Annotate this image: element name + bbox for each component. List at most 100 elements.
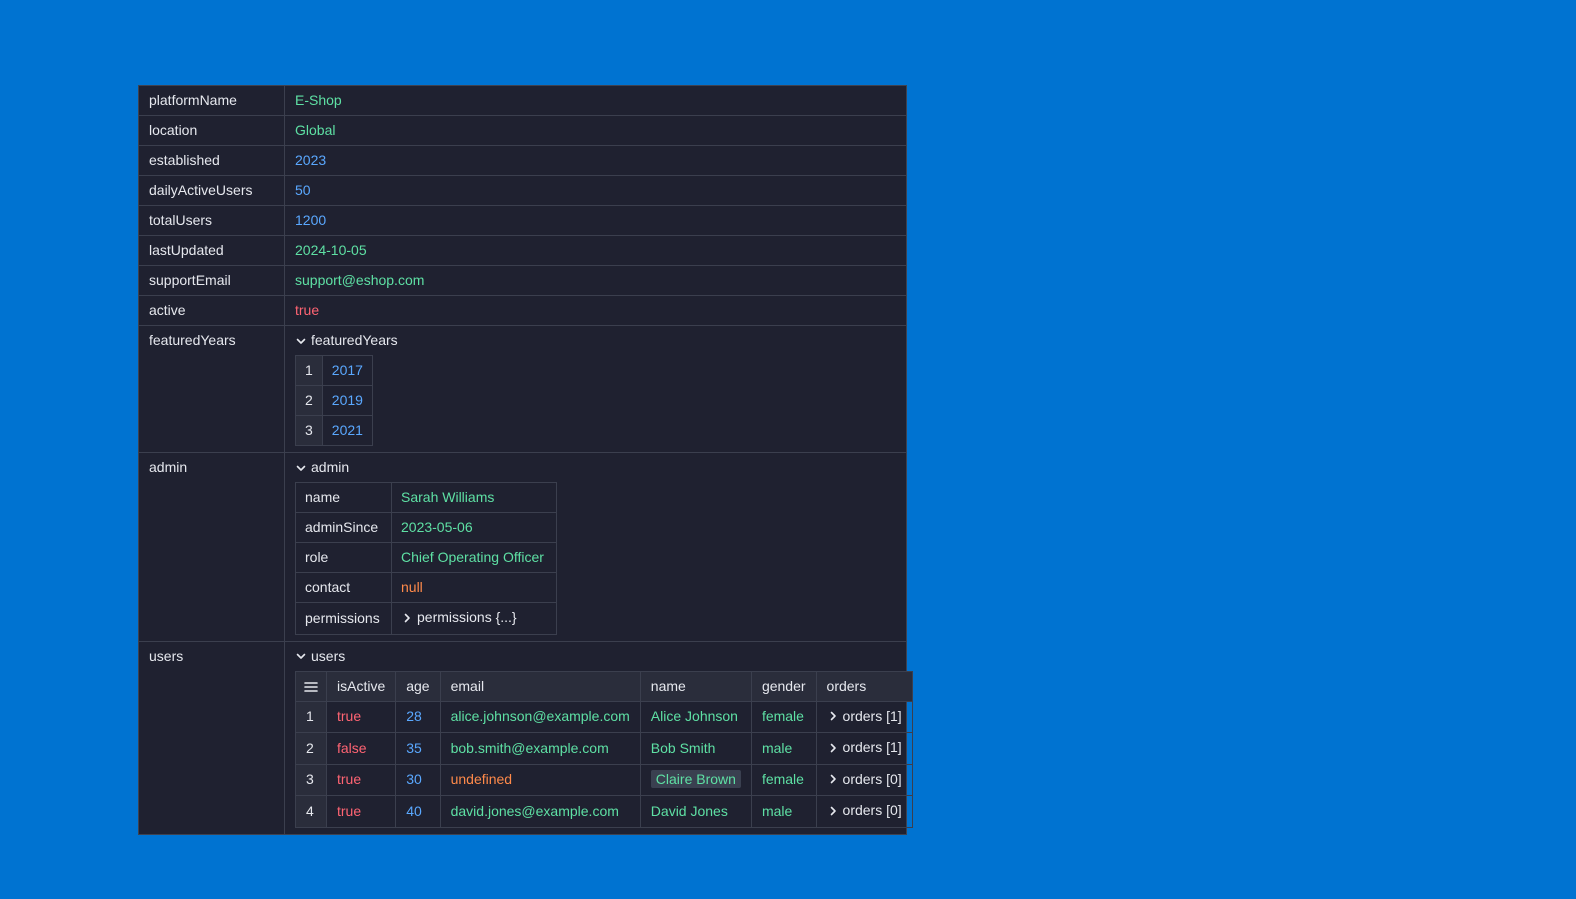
admin-row-name: name Sarah Williams [295,482,557,513]
cell-email: undefined [439,763,641,796]
row-platformName: platformName E-Shop [139,86,906,116]
orders-toggle[interactable]: orders [0] [827,771,902,788]
chevron-right-icon [827,710,839,722]
value-platformName: E-Shop [284,86,906,116]
value-admin: admin name Sarah Williams adminSince 202… [284,452,906,642]
admin-key-adminSince: adminSince [295,512,392,543]
row-featuredYears: featuredYears featuredYears 1 2017 2 201… [139,325,906,453]
cell-name: Claire Brown [639,763,752,796]
table-menu-button[interactable] [295,670,327,702]
cell-age: 28 [395,700,441,733]
column-header-name[interactable]: name [639,670,752,702]
cell-isActive: false [325,732,397,765]
key-dailyActiveUsers: dailyActiveUsers [139,175,285,206]
users-toggle[interactable]: users [295,648,896,665]
admin-key-name: name [295,482,392,513]
admin-key-permissions: permissions [295,602,392,635]
column-header-email[interactable]: email [439,670,641,702]
orders-toggle-label: orders [0] [842,802,902,818]
admin-row-adminSince: adminSince 2023-05-06 [295,512,557,543]
table-row: 1 true 28 alice.johnson@example.com Alic… [295,700,913,733]
orders-toggle[interactable]: orders [1] [827,708,902,725]
row-index: 3 [295,763,327,796]
cell-orders: orders [1] [815,700,913,733]
chevron-down-icon [295,462,307,474]
value-active: true [284,295,906,326]
featuredYears-toggle[interactable]: featuredYears [295,332,896,349]
orders-toggle-label: orders [0] [842,770,902,787]
list-value: 2019 [321,385,373,416]
key-platformName: platformName [139,86,285,116]
cell-gender: male [750,732,817,765]
orders-toggle[interactable]: orders [0] [827,802,902,819]
column-header-age[interactable]: age [395,670,441,702]
list-value: 2021 [321,415,373,446]
admin-value-contact: null [391,572,557,603]
chevron-right-icon [827,773,839,785]
table-row: 2 false 35 bob.smith@example.com Bob Smi… [295,732,913,765]
key-active: active [139,295,285,326]
value-users: users isActive age email name gender ord… [284,640,913,834]
key-totalUsers: totalUsers [139,205,285,236]
key-users: users [139,640,285,834]
key-featuredYears: featuredYears [139,325,285,453]
root-table: platformName E-Shop location Global esta… [139,86,913,834]
column-header-gender[interactable]: gender [750,670,817,702]
admin-row-role: role Chief Operating Officer [295,542,557,573]
table-row: 4 true 40 david.jones@example.com David … [295,795,913,828]
list-item: 2 2019 [295,385,373,416]
chevron-right-icon [401,612,413,624]
featuredYears-toggle-label: featuredYears [311,332,398,348]
cell-age: 40 [395,795,441,828]
cell-email: alice.johnson@example.com [439,700,641,733]
value-totalUsers: 1200 [284,205,906,236]
orders-toggle[interactable]: orders [1] [827,739,902,756]
row-index: 2 [295,732,327,765]
cell-gender: female [750,700,817,733]
column-header-orders[interactable]: orders [815,670,913,702]
cell-name: Bob Smith [639,732,752,765]
cell-orders: orders [0] [815,795,913,828]
cell-isActive: true [325,795,397,828]
list-item: 3 2021 [295,415,373,446]
admin-toggle-label: admin [311,459,350,475]
cell-name: Alice Johnson [639,700,752,733]
row-established: established 2023 [139,145,906,176]
cell-age: 35 [395,732,441,765]
cell-gender: male [750,795,817,828]
permissions-toggle[interactable]: permissions {...} [401,609,517,626]
users-table: isActive age email name gender orders 1 [295,670,913,828]
admin-table: name Sarah Williams adminSince 2023-05-0… [295,482,557,635]
list-index: 3 [295,415,323,446]
column-header-isActive[interactable]: isActive [325,670,397,702]
value-location: Global [284,115,906,146]
row-index: 1 [295,700,327,733]
cell-email: david.jones@example.com [439,795,641,828]
highlighted-name: Claire Brown [650,770,741,789]
list-value: 2017 [321,355,373,386]
chevron-right-icon [827,742,839,754]
admin-row-permissions: permissions permissions {...} [295,602,557,635]
row-active: active true [139,295,906,326]
chevron-down-icon [295,335,307,347]
list-index: 2 [295,385,323,416]
value-supportEmail: support@eshop.com [284,265,906,296]
key-admin: admin [139,452,285,642]
cell-email: bob.smith@example.com [439,732,641,765]
key-supportEmail: supportEmail [139,265,285,296]
admin-row-contact: contact null [295,572,557,603]
list-index: 1 [295,355,323,386]
featuredYears-table: 1 2017 2 2019 3 2021 [295,355,373,446]
value-dailyActiveUsers: 50 [284,175,906,206]
chevron-right-icon [827,805,839,817]
users-toggle-label: users [311,647,346,664]
permissions-toggle-label: permissions {...} [417,609,517,625]
list-item: 1 2017 [295,355,373,386]
admin-value-role: Chief Operating Officer [391,542,557,573]
admin-value-permissions: permissions {...} [391,602,557,635]
admin-value-name: Sarah Williams [391,482,557,513]
cell-orders: orders [1] [815,732,913,765]
admin-key-role: role [295,542,392,573]
orders-toggle-label: orders [1] [842,707,902,724]
admin-toggle[interactable]: admin [295,459,896,476]
